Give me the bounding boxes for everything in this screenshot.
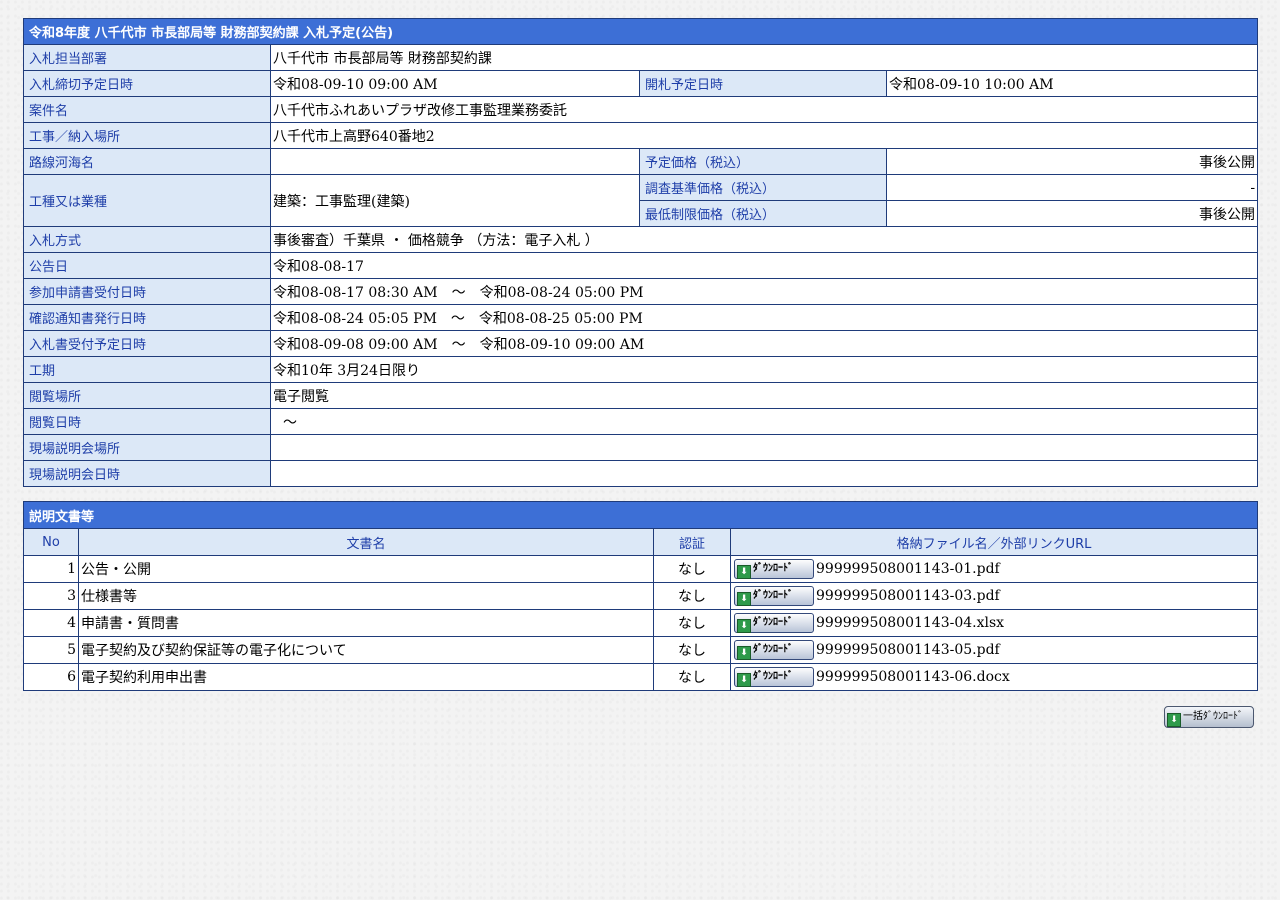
documents-table: 説明文書等 No 文書名 認証 格納ファイル名／外部リンクURL 1 公告・公開… (22, 501, 1259, 691)
category-label: 工種又は業種 (23, 174, 271, 227)
survey-price-label: 調査基準価格（税込） (639, 174, 887, 201)
table-row: 4 申請書・質問書 なし ⬇ ﾀﾞｳﾝﾛｰﾄﾞ 999999508001143-04… (23, 609, 1259, 637)
doc-no: 4 (23, 609, 79, 637)
download-button-label: ﾀﾞｳﾝﾛｰﾄﾞ (753, 563, 793, 574)
download-button[interactable]: ⬇ ﾀﾞｳﾝﾛｰﾄﾞ (734, 586, 814, 606)
deadline-label: 入札締切予定日時 (23, 70, 271, 97)
doc-no: 1 (23, 555, 79, 583)
application-value: 令和08-08-17 08:30 AM ～ 令和08-08-24 05:00 P… (269, 278, 1259, 305)
bulk-download-label: 一括ﾀﾞｳﾝﾛｰﾄﾞ (1183, 711, 1243, 722)
deadline-value: 令和08-09-10 09:00 AM (270, 70, 640, 97)
doc-no: 6 (23, 663, 79, 691)
doc-no: 3 (23, 582, 79, 610)
download-button[interactable]: ⬇ ﾀﾞｳﾝﾛｰﾄﾞ (734, 667, 814, 687)
download-button-label: ﾀﾞｳﾝﾛｰﾄﾞ (753, 671, 793, 682)
site-date-label: 現場説明会日時 (23, 460, 271, 487)
location-value: 八千代市上高野640番地2 (269, 122, 1259, 149)
period-label: 工期 (23, 356, 271, 383)
doc-file-cell: ⬇ ﾀﾞｳﾝﾛｰﾄﾞ 999999508001143-01.pdf (729, 555, 1259, 583)
confirm-label: 確認通知書発行日時 (23, 304, 271, 331)
download-arrow-icon: ⬇ (737, 646, 751, 660)
project-label: 案件名 (23, 96, 271, 123)
download-button-label: ﾀﾞｳﾝﾛｰﾄﾞ (753, 644, 793, 655)
doc-file-cell: ⬇ ﾀﾞｳﾝﾛｰﾄﾞ 999999508001143-03.pdf (729, 582, 1259, 610)
doc-file-cell: ⬇ ﾀﾞｳﾝﾛｰﾄﾞ 999999508001143-04.xlsx (729, 609, 1259, 637)
table-row: 6 電子契約利用申出書 なし ⬇ ﾀﾞｳﾝﾛｰﾄﾞ 999999508001143-… (23, 663, 1259, 691)
view-place-label: 閲覧場所 (23, 382, 271, 409)
price-label: 予定価格（税込） (639, 148, 887, 175)
doc-file-name: 999999508001143-06.docx (816, 669, 1010, 685)
view-place-value: 電子閲覧 (269, 382, 1259, 409)
download-button-label: ﾀﾞｳﾝﾛｰﾄﾞ (753, 590, 793, 601)
documents-title: 説明文書等 (22, 501, 1259, 529)
doc-file-cell: ⬇ ﾀﾞｳﾝﾛｰﾄﾞ 999999508001143-05.pdf (729, 636, 1259, 664)
dept-value: 八千代市 市長部局等 財務部契約課 (269, 44, 1259, 71)
min-price-value: 事後公開 (885, 200, 1259, 227)
table-row: 5 電子契約及び契約保証等の電子化について なし ⬇ ﾀﾞｳﾝﾛｰﾄﾞ 999999… (23, 636, 1259, 664)
opening-value: 令和08-09-10 10:00 AM (885, 70, 1259, 97)
col-name: 文書名 (78, 528, 654, 556)
download-arrow-icon: ⬇ (737, 565, 751, 579)
doc-name: 電子契約利用申出書 (78, 663, 654, 691)
period-value: 令和10年 3月24日限り (269, 356, 1259, 383)
download-arrow-icon: ⬇ (737, 673, 751, 687)
site-date-value (269, 460, 1259, 487)
download-arrow-icon: ⬇ (737, 619, 751, 633)
download-arrow-icon: ⬇ (1167, 713, 1181, 727)
application-label: 参加申請書受付日時 (23, 278, 271, 305)
doc-name: 公告・公開 (78, 555, 654, 583)
download-button[interactable]: ⬇ ﾀﾞｳﾝﾛｰﾄﾞ (734, 613, 814, 633)
notice-date-label: 公告日 (23, 252, 271, 279)
view-date-value: ～ (269, 408, 1259, 435)
doc-name: 申請書・質問書 (78, 609, 654, 637)
doc-file-name: 999999508001143-05.pdf (816, 642, 1000, 658)
route-value (270, 148, 640, 175)
doc-name: 電子契約及び契約保証等の電子化について (78, 636, 654, 664)
site-place-value (269, 434, 1259, 461)
doc-auth: なし (653, 555, 731, 583)
view-date-label: 閲覧日時 (23, 408, 271, 435)
download-button[interactable]: ⬇ ﾀﾞｳﾝﾛｰﾄﾞ (734, 640, 814, 660)
download-button-label: ﾀﾞｳﾝﾛｰﾄﾞ (753, 617, 793, 628)
doc-auth: なし (653, 582, 731, 610)
method-label: 入札方式 (23, 226, 271, 253)
opening-label: 開札予定日時 (639, 70, 887, 97)
price-value: 事後公開 (885, 148, 1259, 175)
confirm-value: 令和08-08-24 05:05 PM ～ 令和08-08-25 05:00 P… (269, 304, 1259, 331)
doc-name: 仕様書等 (78, 582, 654, 610)
bid-receipt-value: 令和08-09-08 09:00 AM ～ 令和08-09-10 09:00 A… (269, 330, 1259, 357)
col-no: No (23, 528, 79, 556)
col-file: 格納ファイル名／外部リンクURL (729, 528, 1259, 556)
doc-auth: なし (653, 609, 731, 637)
bulk-download-button[interactable]: ⬇ 一括ﾀﾞｳﾝﾛｰﾄﾞ (1164, 706, 1254, 728)
project-value: 八千代市ふれあいプラザ改修工事監理業務委託 (269, 96, 1259, 123)
route-label: 路線河海名 (23, 148, 271, 175)
method-value: 事後審査）千葉県 ・ 価格競争 （方法：電子入札 ） (269, 226, 1259, 253)
bid-detail-table: 令和8年度 八千代市 市長部局等 財務部契約課 入札予定(公告) 入札担当部署 … (22, 18, 1259, 487)
category-value: 建築：工事監理(建築) (270, 174, 640, 227)
table-row: 1 公告・公開 なし ⬇ ﾀﾞｳﾝﾛｰﾄﾞ 999999508001143-01.p… (23, 555, 1259, 583)
doc-auth: なし (653, 663, 731, 691)
survey-price-value: - (885, 174, 1259, 201)
doc-file-cell: ⬇ ﾀﾞｳﾝﾛｰﾄﾞ 999999508001143-06.docx (729, 663, 1259, 691)
doc-file-name: 999999508001143-03.pdf (816, 588, 1000, 604)
notice-date-value: 令和08-08-17 (269, 252, 1259, 279)
doc-file-name: 999999508001143-04.xlsx (816, 615, 1005, 631)
doc-no: 5 (23, 636, 79, 664)
min-price-label: 最低制限価格（税込） (639, 200, 887, 227)
table-row: 3 仕様書等 なし ⬇ ﾀﾞｳﾝﾛｰﾄﾞ 999999508001143-03.pd… (23, 582, 1259, 610)
col-auth: 認証 (653, 528, 731, 556)
site-place-label: 現場説明会場所 (23, 434, 271, 461)
bid-receipt-label: 入札書受付予定日時 (23, 330, 271, 357)
doc-auth: なし (653, 636, 731, 664)
dept-label: 入札担当部署 (23, 44, 271, 71)
download-arrow-icon: ⬇ (737, 592, 751, 606)
download-button[interactable]: ⬇ ﾀﾞｳﾝﾛｰﾄﾞ (734, 559, 814, 579)
doc-file-name: 999999508001143-01.pdf (816, 561, 1000, 577)
location-label: 工事／納入場所 (23, 122, 271, 149)
page-title: 令和8年度 八千代市 市長部局等 財務部契約課 入札予定(公告) (22, 18, 1259, 45)
